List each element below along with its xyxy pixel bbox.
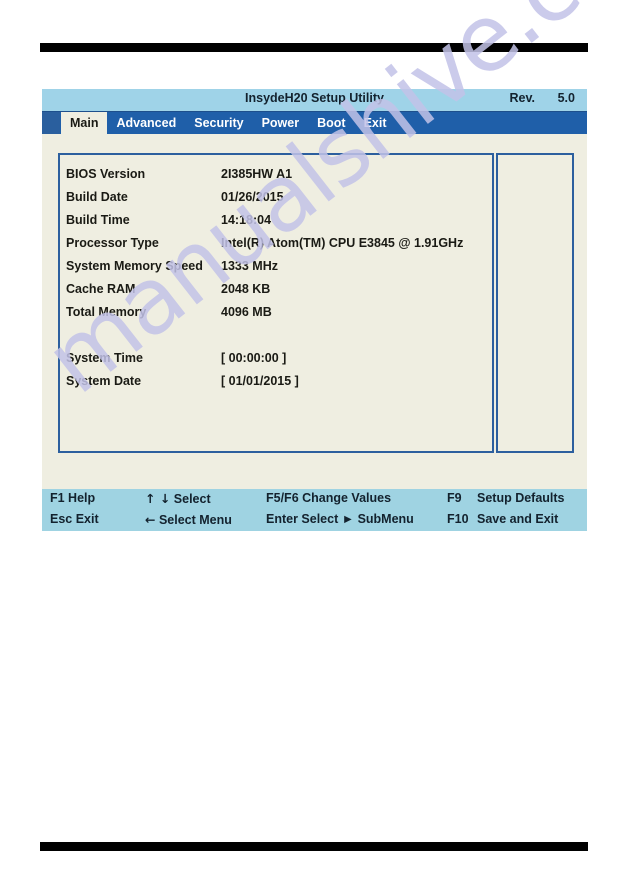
system-information-list: BIOS Version 2I385HW A1 Build Date 01/26… [66,162,488,392]
info-row-cache-ram[interactable]: Cache RAM 2048 KB [66,277,488,300]
key-hint-change-values[interactable]: F5/F6 Change Values [266,491,391,505]
up-down-arrow-icon: ↑ ↓ [145,491,171,506]
info-row-spacer [66,323,488,346]
settings-panel: BIOS Version 2I385HW A1 Build Date 01/26… [58,153,494,453]
info-row-system-time[interactable]: System Time [ 00:00:00 ] [66,346,488,369]
tab-bar-leader [42,112,61,134]
tab-advanced[interactable]: Advanced [107,112,185,134]
bios-title-bar: InsydeH20 Setup Utility Rev. 5.0 [42,89,587,112]
revision-label: Rev. [509,91,535,105]
key-hint-submenu[interactable]: Enter Select ► SubMenu [266,512,414,526]
key-hint-help[interactable]: F1 Help [50,491,95,505]
page-rule-bottom [40,842,588,851]
info-label: System Memory Speed [66,258,203,273]
left-arrow-icon: ← [145,512,156,527]
menu-tab-bar: Main Advanced Security Power Boot Exit [42,112,587,134]
tab-security[interactable]: Security [185,112,252,134]
key-hint-save-and-exit[interactable]: Save and Exit [477,512,558,526]
info-row-system-date[interactable]: System Date [ 01/01/2015 ] [66,369,488,392]
info-label: Total Memory [66,304,147,319]
key-hint-row-2: Esc Exit ← Select Menu Enter Select ► Su… [42,510,587,531]
tab-power[interactable]: Power [253,112,309,134]
info-value: 4096 MB [221,304,272,319]
key-hint-setup-defaults[interactable]: Setup Defaults [477,491,565,505]
help-panel [496,153,574,453]
info-row-system-memory-speed[interactable]: System Memory Speed 1333 MHz [66,254,488,277]
info-label: System Date [66,373,142,388]
info-label: Cache RAM [66,281,136,296]
info-row-total-memory[interactable]: Total Memory 4096 MB [66,300,488,323]
key-hint-row-1: F1 Help ↑ ↓ Select F5/F6 Change Values F… [42,489,587,510]
key-hint-defaults-key[interactable]: F9 [447,491,462,505]
key-hint-select-menu[interactable]: ← Select Menu [145,512,232,527]
info-row-build-time[interactable]: Build Time 14:18:04 [66,208,488,231]
info-label: Processor Type [66,235,159,250]
info-label: Build Time [66,212,130,227]
info-row-build-date[interactable]: Build Date 01/26/2015 [66,185,488,208]
tab-main[interactable]: Main [61,112,108,134]
info-value: 14:18:04 [221,212,272,227]
revision-value: 5.0 [557,91,575,105]
info-row-processor-type[interactable]: Processor Type Intel(R) Atom(TM) CPU E38… [66,231,488,254]
info-value: 1333 MHz [221,258,278,273]
info-value: 2048 KB [221,281,271,296]
info-label: System Time [66,350,143,365]
page-rule-top [40,43,588,52]
bios-setup-window: InsydeH20 Setup Utility Rev. 5.0 Main Ad… [42,89,587,531]
tab-boot[interactable]: Boot [308,112,354,134]
key-hint-save-key[interactable]: F10 [447,512,469,526]
system-date-field[interactable]: [ 01/01/2015 ] [221,374,299,388]
key-hint-select[interactable]: ↑ ↓ Select [145,491,211,506]
tab-exit[interactable]: Exit [355,112,396,134]
info-value: Intel(R) Atom(TM) CPU E3845 @ 1.91GHz [221,235,464,250]
info-row-bios-version[interactable]: BIOS Version 2I385HW A1 [66,162,488,185]
info-value: 2I385HW A1 [221,166,293,181]
system-time-field[interactable]: [ 00:00:00 ] [221,351,286,365]
info-label: BIOS Version [66,166,146,181]
key-hint-select-label: Select [173,492,211,506]
key-hint-footer: F1 Help ↑ ↓ Select F5/F6 Change Values F… [42,489,587,531]
info-value: 01/26/2015 [221,189,284,204]
page-title: InsydeH20 Setup Utility [245,91,384,105]
info-label: Build Date [66,189,128,204]
key-hint-exit[interactable]: Esc Exit [50,512,99,526]
key-hint-select-menu-label: Select Menu [158,513,232,527]
bios-body: BIOS Version 2I385HW A1 Build Date 01/26… [42,134,587,531]
